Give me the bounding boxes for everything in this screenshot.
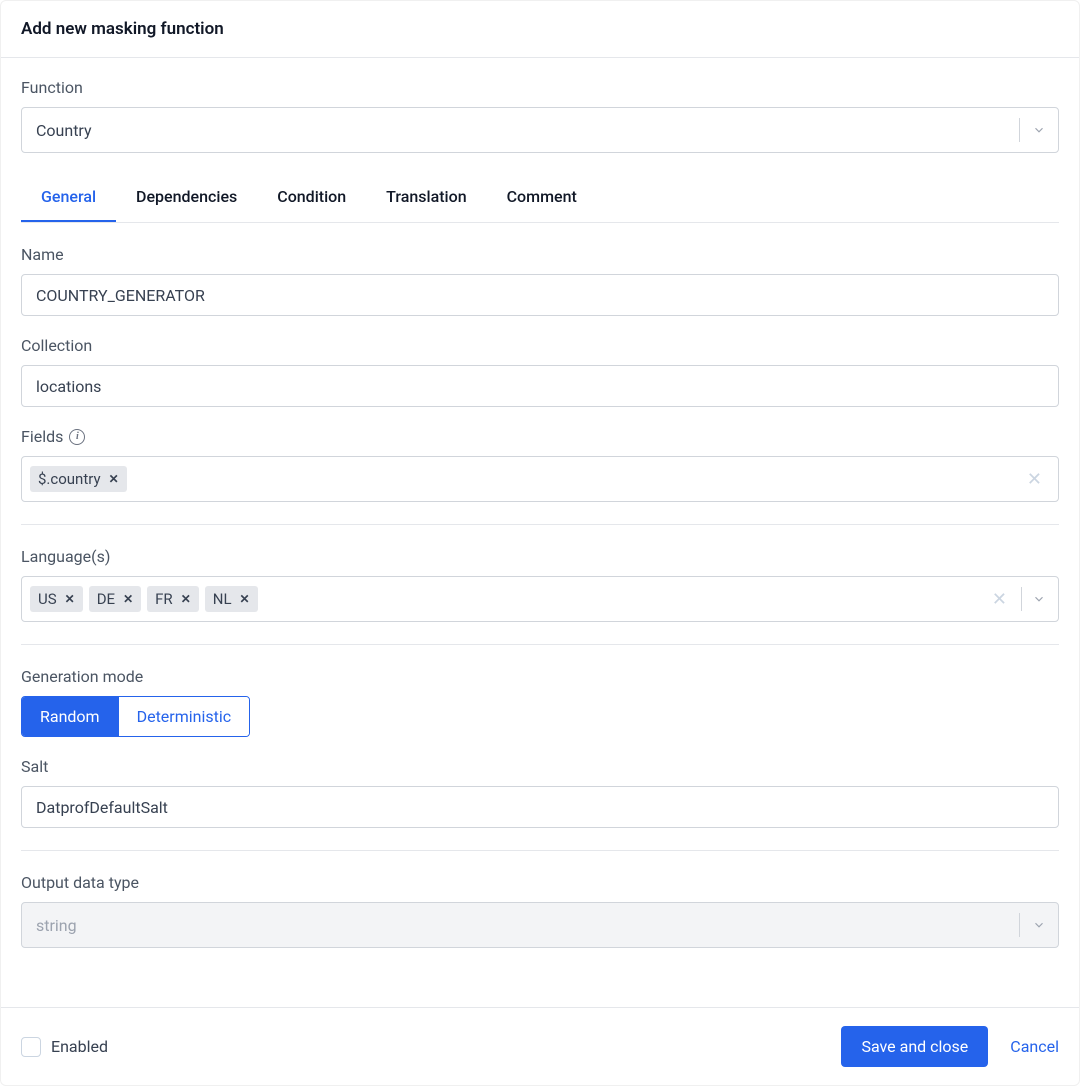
clear-icon[interactable]: ✕: [1019, 469, 1050, 490]
collection-label: Collection: [21, 336, 1059, 355]
divider: [21, 644, 1059, 645]
modal-title: Add new masking function: [21, 19, 1059, 39]
tag-label: NL: [213, 590, 232, 608]
footer-left: Enabled: [21, 1037, 108, 1057]
name-input[interactable]: [21, 274, 1059, 316]
tag-remove-icon[interactable]: ✕: [181, 592, 191, 606]
tag-remove-icon[interactable]: ✕: [123, 592, 133, 606]
generation-mode-label: Generation mode: [21, 667, 1059, 686]
name-label: Name: [21, 245, 1059, 264]
function-select-value: Country: [22, 121, 1019, 140]
output-type-label: Output data type: [21, 873, 1059, 892]
languages-tag-de: DE ✕: [89, 586, 141, 612]
salt-field-group: Salt: [21, 757, 1059, 828]
tab-translation[interactable]: Translation: [366, 173, 486, 222]
modal-body: Function Country General Dependencies Co…: [1, 58, 1079, 1007]
segment-deterministic[interactable]: Deterministic: [119, 697, 250, 736]
languages-label: Language(s): [21, 547, 1059, 566]
generation-mode-group: Generation mode Random Deterministic: [21, 667, 1059, 737]
tab-dependencies[interactable]: Dependencies: [116, 173, 257, 222]
segment-random[interactable]: Random: [22, 697, 119, 736]
languages-dropdown-indicator[interactable]: [1021, 587, 1050, 611]
tag-remove-icon[interactable]: ✕: [240, 592, 250, 606]
fields-label-row: Fields i: [21, 427, 1059, 446]
divider: [21, 850, 1059, 851]
tab-comment[interactable]: Comment: [487, 173, 597, 222]
output-type-select: string: [21, 902, 1059, 948]
tab-general[interactable]: General: [21, 173, 116, 222]
modal-header: Add new masking function: [1, 1, 1079, 58]
languages-tag-fr: FR ✕: [147, 586, 199, 612]
collection-input[interactable]: [21, 365, 1059, 407]
function-label: Function: [21, 78, 1059, 97]
cancel-button[interactable]: Cancel: [1010, 1037, 1059, 1056]
divider: [21, 524, 1059, 525]
languages-field-group: Language(s) US ✕ DE ✕ FR ✕ NL ✕: [21, 547, 1059, 622]
tag-remove-icon[interactable]: ✕: [109, 472, 119, 486]
output-type-group: Output data type string: [21, 873, 1059, 948]
fields-field-group: Fields i $.country ✕ ✕: [21, 427, 1059, 502]
modal-footer: Enabled Save and close Cancel: [1, 1007, 1079, 1085]
generation-mode-segmented: Random Deterministic: [21, 696, 250, 737]
fields-input[interactable]: $.country ✕ ✕: [21, 456, 1059, 502]
output-type-indicator: [1019, 913, 1058, 937]
salt-input[interactable]: [21, 786, 1059, 828]
fields-label: Fields: [21, 427, 63, 446]
tag-label: US: [38, 590, 57, 608]
function-select-indicator: [1019, 118, 1058, 142]
tag-label: FR: [155, 590, 173, 608]
enabled-label: Enabled: [51, 1037, 108, 1056]
chevron-down-icon: [1032, 123, 1046, 137]
enabled-checkbox[interactable]: [21, 1037, 41, 1057]
output-type-value: string: [22, 916, 1019, 935]
languages-input[interactable]: US ✕ DE ✕ FR ✕ NL ✕ ✕: [21, 576, 1059, 622]
tag-label: $.country: [38, 470, 101, 488]
salt-label: Salt: [21, 757, 1059, 776]
name-field-group: Name: [21, 245, 1059, 316]
function-field-group: Function Country: [21, 78, 1059, 153]
footer-right: Save and close Cancel: [841, 1026, 1059, 1067]
collection-field-group: Collection: [21, 336, 1059, 407]
chevron-down-icon: [1032, 592, 1046, 606]
chevron-down-icon: [1032, 918, 1046, 932]
function-select[interactable]: Country: [21, 107, 1059, 153]
fields-tag: $.country ✕: [30, 466, 127, 492]
clear-icon[interactable]: ✕: [984, 589, 1015, 610]
tabs: General Dependencies Condition Translati…: [21, 173, 1059, 223]
tag-remove-icon[interactable]: ✕: [65, 592, 75, 606]
save-button[interactable]: Save and close: [841, 1026, 988, 1067]
languages-tag-us: US ✕: [30, 586, 83, 612]
tab-condition[interactable]: Condition: [257, 173, 366, 222]
info-icon[interactable]: i: [69, 429, 85, 445]
languages-tag-nl: NL ✕: [205, 586, 258, 612]
tag-label: DE: [97, 590, 115, 608]
